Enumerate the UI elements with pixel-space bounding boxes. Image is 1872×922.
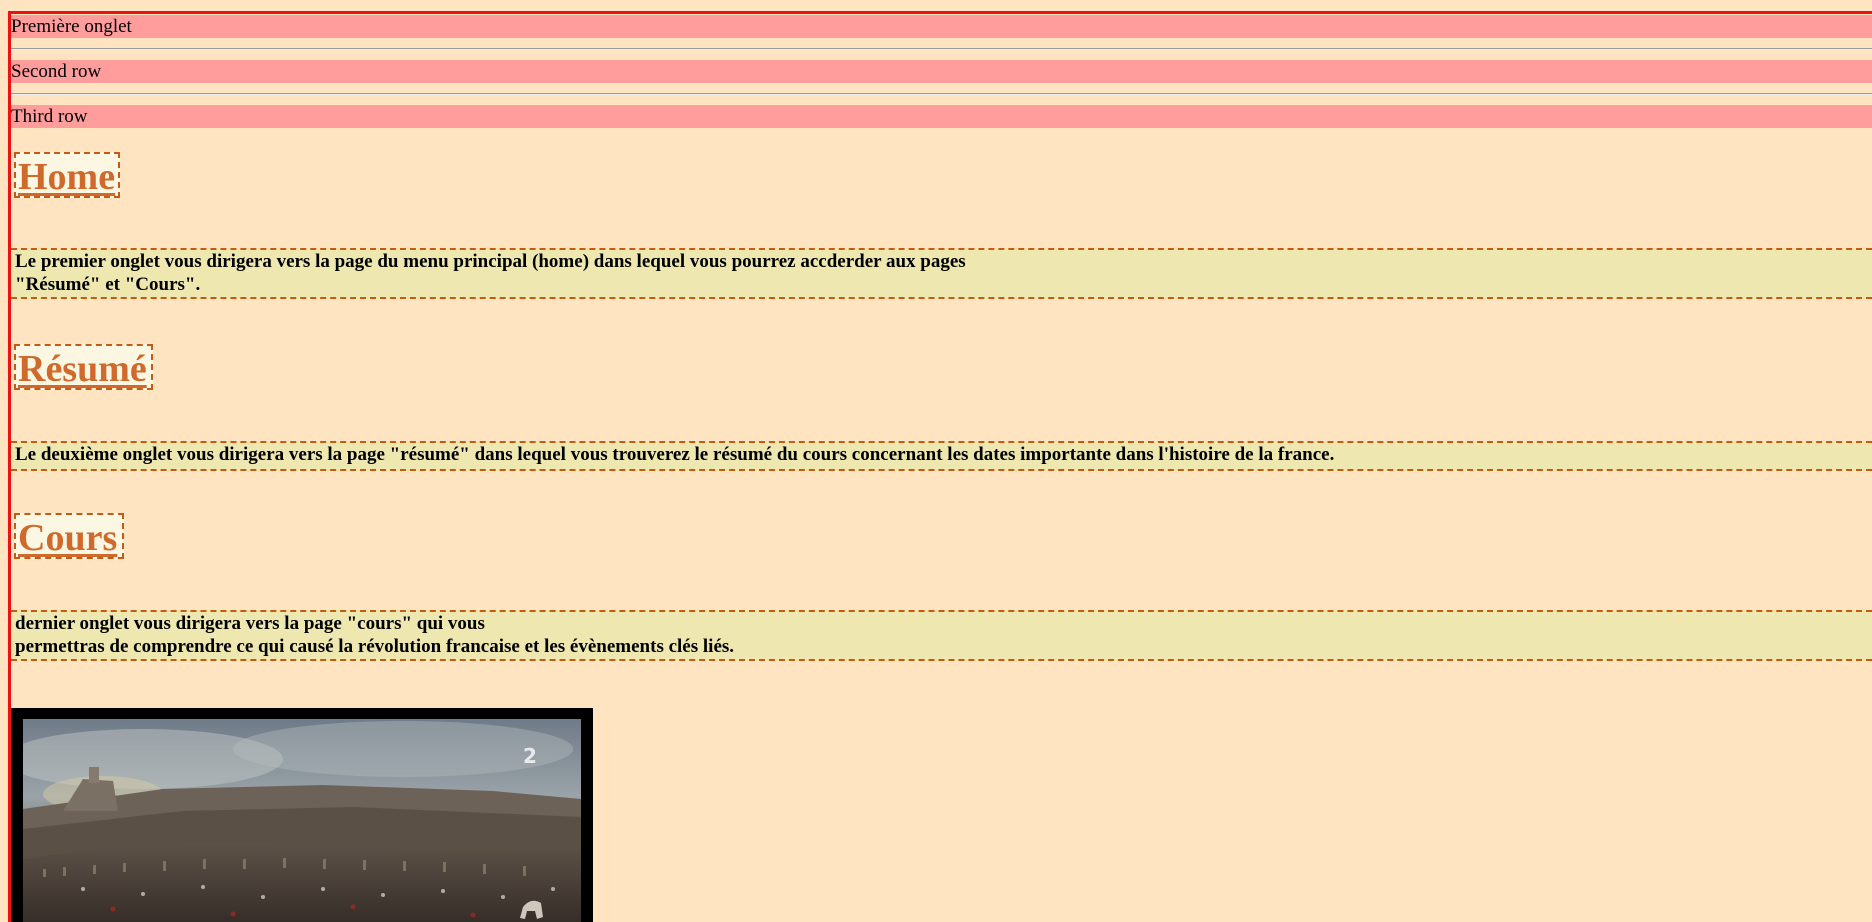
description-line: Le deuxième onglet vous dirigera vers la…: [15, 444, 1335, 465]
tab-row-second[interactable]: Second row: [11, 60, 1872, 83]
tab-row-label: Second row: [11, 61, 102, 82]
tab-row-label: Third row: [11, 106, 88, 127]
divider: [11, 48, 1872, 50]
painting-image: 2: [23, 719, 581, 922]
page-frame: Première onglet Second row Third row Hom…: [8, 11, 1872, 922]
tab-row-label: Première onglet: [11, 16, 132, 37]
description-line: dernier onglet vous dirigera vers la pag…: [15, 613, 485, 634]
channel-logo: 2: [523, 744, 537, 768]
section-description-home: Le premier onglet vous dirigera vers la …: [11, 248, 1872, 299]
description-line: permettras de comprendre ce qui causé la…: [15, 636, 735, 657]
description-line: Le premier onglet vous dirigera vers la …: [15, 251, 966, 272]
revolution-painting-video[interactable]: 2: [11, 708, 593, 922]
divider: [11, 93, 1872, 95]
section-description-resume: Le deuxième onglet vous dirigera vers la…: [11, 441, 1872, 471]
description-line: "Résumé" et "Cours".: [15, 274, 201, 295]
tab-row-third[interactable]: Third row: [11, 105, 1872, 128]
section-description-cours: dernier onglet vous dirigera vers la pag…: [11, 610, 1872, 661]
heading-link-resume[interactable]: Résumé: [14, 344, 153, 390]
heading-link-home[interactable]: Home: [14, 152, 120, 198]
tab-row-premiere-onglet[interactable]: Première onglet: [11, 15, 1872, 38]
heading-link-cours[interactable]: Cours: [14, 513, 124, 559]
